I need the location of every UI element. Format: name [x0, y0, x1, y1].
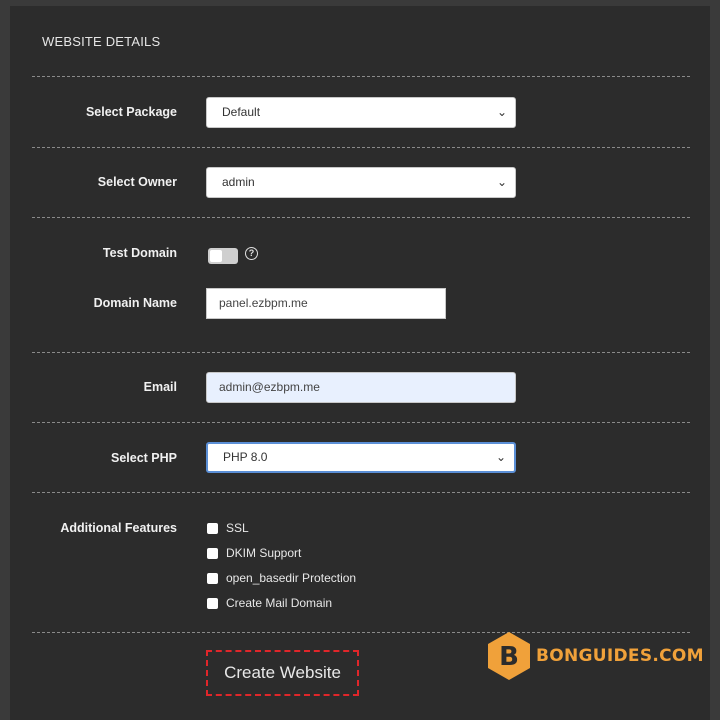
divider — [32, 492, 690, 493]
select-php-value: PHP 8.0 — [223, 450, 268, 464]
create-website-label: Create Website — [224, 663, 341, 682]
mail-domain-checkbox[interactable] — [207, 597, 218, 609]
open-basedir-label: open_basedir Protection — [226, 571, 357, 585]
test-domain-label: Test Domain — [102, 246, 177, 260]
email-label: Email — [143, 380, 177, 394]
create-website-button[interactable]: Create Website — [206, 650, 359, 696]
logo-letter: B — [499, 642, 519, 672]
dkim-label: DKIM Support — [226, 546, 302, 560]
chevron-down-icon: ⌄ — [496, 105, 507, 119]
domain-name-input[interactable]: panel.ezbpm.me — [206, 288, 446, 319]
dkim-checkbox[interactable] — [207, 547, 218, 559]
test-domain-toggle[interactable] — [208, 248, 238, 264]
divider — [32, 217, 690, 218]
toggle-knob — [210, 250, 222, 262]
select-owner-value: admin — [222, 175, 255, 189]
question-circle-icon[interactable]: ? — [245, 247, 258, 260]
bonguides-watermark: B BONGUIDES.COM — [486, 630, 704, 682]
divider — [32, 76, 690, 77]
ssl-checkbox[interactable] — [207, 522, 218, 534]
section-title: WEBSITE DETAILS — [42, 34, 161, 49]
mail-domain-label: Create Mail Domain — [226, 596, 333, 610]
select-package-value: Default — [222, 105, 261, 119]
select-package-dropdown[interactable]: Default ⌄ — [206, 97, 516, 128]
email-input[interactable]: admin@ezbpm.me — [206, 372, 516, 403]
ssl-label: SSL — [226, 521, 249, 535]
divider — [32, 422, 690, 423]
additional-features-label: Additional Features — [60, 521, 177, 535]
open-basedir-checkbox[interactable] — [207, 572, 218, 584]
feature-dkim[interactable]: DKIM Support — [207, 545, 301, 561]
select-owner-label: Select Owner — [97, 175, 177, 189]
divider — [32, 352, 690, 353]
chevron-down-icon: ⌄ — [496, 175, 507, 189]
domain-name-label: Domain Name — [93, 296, 177, 310]
chevron-down-icon: ⌄ — [495, 450, 506, 464]
select-owner-dropdown[interactable]: admin ⌄ — [206, 167, 516, 198]
select-package-label: Select Package — [85, 105, 177, 119]
watermark-text: BONGUIDES.COM — [536, 646, 704, 666]
divider — [32, 147, 690, 148]
website-details-panel: WEBSITE DETAILS Select Package Default ⌄… — [10, 6, 710, 720]
select-php-dropdown[interactable]: PHP 8.0 ⌄ — [206, 442, 516, 473]
feature-mail-domain[interactable]: Create Mail Domain — [207, 595, 332, 611]
feature-open-basedir[interactable]: open_basedir Protection — [207, 570, 356, 586]
bonguides-logo-icon: B — [486, 630, 532, 682]
feature-ssl[interactable]: SSL — [207, 520, 249, 536]
select-php-label: Select PHP — [110, 451, 177, 465]
